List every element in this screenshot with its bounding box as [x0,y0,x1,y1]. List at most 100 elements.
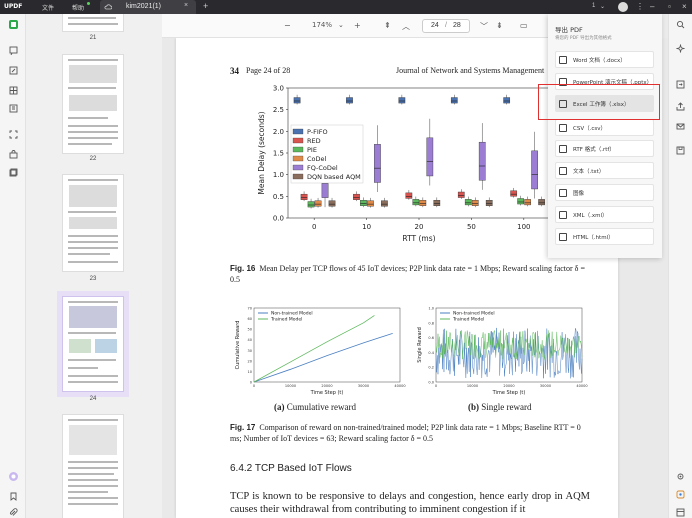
thumbnail-label: 23 [89,276,97,282]
legend-swatch [292,164,304,171]
legend-label: DQN based AQM [307,173,361,181]
x-tick-label: 30000 [358,384,369,388]
bookmark-icon[interactable] [9,492,18,501]
ai-icon[interactable] [676,44,685,53]
more-icon[interactable]: ⋮ [636,2,644,11]
box-mark [412,199,420,206]
page-thumbnail-24[interactable] [57,291,129,397]
layout-icon[interactable] [676,508,685,517]
export-option-rtf[interactable]: RTF 格式（.rtf） [555,140,654,157]
plugin-icon[interactable] [676,490,685,499]
page-thumbnail-21[interactable] [62,14,124,32]
left-tool-rail [0,14,26,518]
y-tick-label: 0.0 [273,215,284,223]
document-tab[interactable]: kim2021(1) × [100,0,196,14]
y-axis-label: Cumulative Reward [235,321,241,370]
legend-label: RED [307,137,321,145]
y-tick-label: 1.0 [428,307,434,311]
share-icon[interactable] [676,102,685,111]
ocr-icon[interactable] [9,130,18,139]
page-number-input[interactable]: 24 / 28 [422,19,470,33]
organize-pages-icon[interactable] [9,86,18,95]
export-option-image[interactable]: 图像 [555,184,654,201]
search-icon[interactable] [676,20,685,29]
export-option-label: XML（.xml） [573,213,608,219]
tab-close-button[interactable]: × [184,2,188,9]
panel-subtitle: 将您的 PDF 导出为其他格式 [555,36,612,41]
settings-icon[interactable] [676,472,685,481]
zoom-out-button[interactable]: − [284,21,291,30]
legend-label: Non-trained Model [453,311,495,317]
window-count: 1 [592,3,596,9]
export-pdf-panel: 导出 PDF 将您的 PDF 导出为其他格式 Word 文档（.docx） Pow… [548,14,662,258]
zoom-level[interactable]: 174% [312,21,332,29]
x-axis-label: Time Step (t) [492,390,526,396]
title-bar: UPDF 文件 帮助 kim2021(1) × + 1 ⌄ ⋮ – ▫ × [0,0,692,14]
box-mark [538,199,545,206]
avatar[interactable] [618,2,628,12]
highlight-box [538,84,660,120]
ai-assistant-icon[interactable] [9,472,18,481]
zoom-dropdown[interactable]: ⌄ [338,21,344,29]
page-thumbnail-23[interactable] [62,174,124,272]
export-option-label: CSV（.csv） [573,126,606,132]
export-option-csv[interactable]: CSV（.csv） [555,119,654,136]
series-line [253,332,393,383]
rtf-icon [559,145,567,153]
box-mark [328,200,336,207]
series-line [253,315,375,383]
y-tick-label: 30 [248,349,252,353]
batch-icon[interactable] [9,168,18,177]
comment-icon[interactable] [9,46,18,55]
thumbnail-label: 24 [89,396,97,402]
panel-title: 导出 PDF [555,26,583,34]
menu-file[interactable]: 文件 [42,3,54,12]
x-tick-label: 50 [467,223,476,231]
app-logo[interactable]: UPDF [4,3,22,10]
html-icon [559,233,567,241]
attachment-icon[interactable] [9,508,18,517]
box-mark [524,199,531,206]
box-mark [293,97,301,104]
comment-list-icon[interactable]: ▭ [520,21,528,30]
page-up-icon[interactable]: ⇞ [384,21,391,30]
minimize-icon[interactable]: – [650,2,654,11]
export-option-word[interactable]: Word 文档（.docx） [555,51,654,68]
page-down-icon[interactable]: ⇟ [496,21,503,30]
form-icon[interactable] [9,104,18,113]
legend-swatch [292,128,304,135]
protect-icon[interactable] [9,150,18,159]
box-mark [353,193,360,200]
legend-label: Trained Model [452,317,484,323]
y-tick-label: 0.0 [428,381,434,385]
next-page-icon[interactable]: ﹀ [480,21,488,32]
x-tick-label: 10 [362,223,371,231]
export-option-xml[interactable]: XML（.xml） [555,206,654,223]
maximize-icon[interactable]: ▫ [668,2,671,11]
new-tab-button[interactable]: + [203,1,208,11]
y-axis-label: Mean Delay (seconds) [257,111,266,194]
y-tick-label: 0.6 [428,336,434,340]
close-window-icon[interactable]: × [682,2,687,11]
x-tick-label: 0 [253,384,255,388]
chevron-down-icon[interactable]: ⌄ [600,3,605,10]
mail-icon[interactable] [676,122,685,131]
menu-help[interactable]: 帮助 [72,3,84,12]
save-icon[interactable] [676,146,685,155]
convert-icon[interactable] [676,80,685,89]
y-tick-label: 0.4 [428,351,434,355]
x-tick-label: 100 [517,223,530,231]
export-option-text[interactable]: 文本（.txt） [555,162,654,179]
previous-page-icon[interactable]: ︿ [402,21,410,32]
thumbnail-label: 21 [89,35,97,41]
page-thumbnail-25[interactable] [62,414,124,518]
page-thumbnail-22[interactable] [62,54,124,154]
reader-mode-icon[interactable] [9,20,18,29]
export-option-html[interactable]: HTML（.html） [555,228,654,245]
y-tick-label: 60 [248,317,252,321]
edit-icon[interactable] [9,66,18,75]
x-axis-label: Time Step (t) [310,390,344,396]
zoom-in-button[interactable]: + [354,21,361,30]
x-tick-label: 20000 [321,384,332,388]
box-mark [510,190,518,197]
